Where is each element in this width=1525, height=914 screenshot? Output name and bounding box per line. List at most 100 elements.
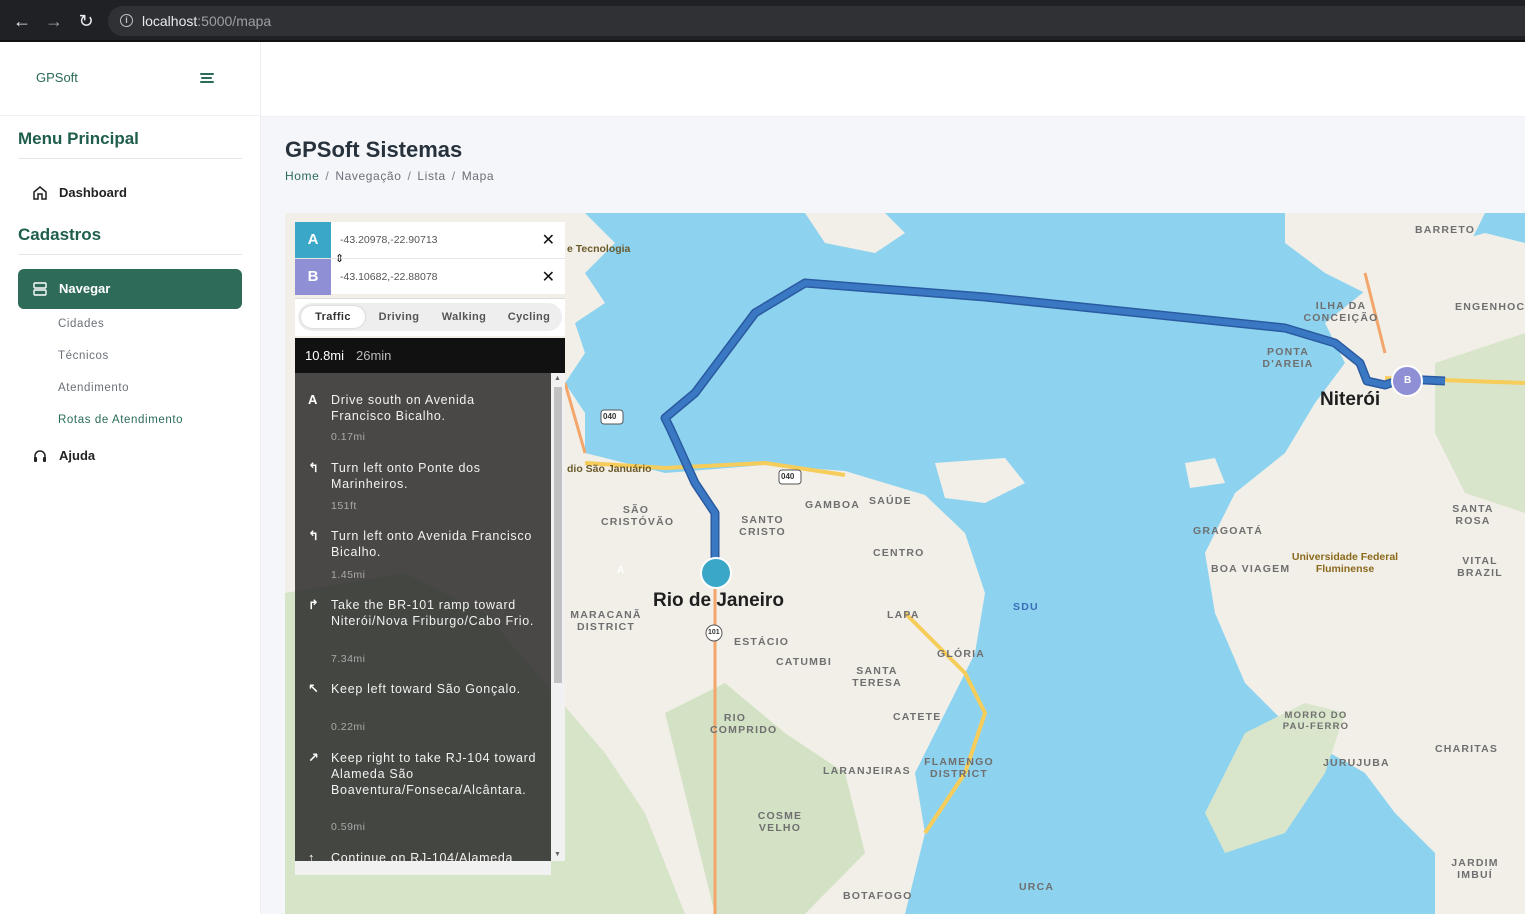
destination-input[interactable]: -43.10682,-22.88078 xyxy=(340,271,438,283)
scroll-down-icon[interactable]: ▼ xyxy=(554,851,561,858)
step-text: Drive south on Avenida Francisco Bicalho… xyxy=(331,393,475,423)
map-label: MARACANÃ DISTRICT xyxy=(570,609,642,633)
step-distance: 0.17mi xyxy=(331,431,366,443)
map-label: ILHA DA CONCEIÇÃO xyxy=(1303,300,1379,324)
clear-origin-icon[interactable]: ✕ xyxy=(542,230,555,250)
step-distance: 151ft xyxy=(331,500,357,512)
headset-icon xyxy=(34,450,46,462)
breadcrumb-mapa: Mapa xyxy=(461,169,495,183)
marker-a-label: A xyxy=(617,565,626,576)
turn-left-icon: ↰ xyxy=(308,460,319,475)
map-label: CATETE xyxy=(893,711,942,723)
step-text: Turn left onto Avenida Francisco Bicalho… xyxy=(331,529,532,559)
sidebar-item-navegar[interactable]: Navegar xyxy=(18,269,242,309)
map-label: SAÚDE xyxy=(869,495,912,507)
info-icon[interactable]: i xyxy=(120,14,133,27)
section-title-cadastros: Cadastros xyxy=(18,225,102,244)
sidebar-item-label: Ajuda xyxy=(59,448,96,463)
map-label: BARRETO xyxy=(1415,224,1476,236)
destination-badge: B xyxy=(295,259,331,295)
poi-label: e Tecnologia xyxy=(567,243,631,255)
turn-left-icon: ↰ xyxy=(308,528,319,543)
map-label: BOA VIAGEM xyxy=(1211,563,1291,575)
map-label: CATUMBI xyxy=(776,656,833,668)
highway-shield-label: 040 xyxy=(603,412,617,421)
map-label: RIO COMPRIDO xyxy=(710,712,778,736)
city-label-niteroi: Niterói xyxy=(1320,389,1381,410)
keep-left-icon: ↖ xyxy=(308,681,319,696)
forward-icon[interactable]: → xyxy=(43,10,65,32)
breadcrumb-navegacao[interactable]: Navegação xyxy=(335,169,401,183)
sidebar-subitem-rotas[interactable]: Rotas de Atendimento xyxy=(58,414,183,426)
sidebar: GPSoft Menu Principal Dashboard Cadastro… xyxy=(0,42,261,914)
brand-name[interactable]: GPSoft xyxy=(36,70,78,85)
poi-label: dio São Januário xyxy=(567,463,652,475)
map-label: SANTO CRISTO xyxy=(739,514,786,538)
profile-traffic[interactable]: Traffic xyxy=(301,306,365,328)
clear-destination-icon[interactable]: ✕ xyxy=(542,267,555,287)
step-distance: 0.59mi xyxy=(331,821,366,833)
ramp-right-icon: ↱ xyxy=(308,597,319,612)
map-label: FLAMENGO DISTRICT xyxy=(924,756,994,780)
step-distance: 7.34mi xyxy=(331,653,366,665)
island xyxy=(1185,458,1225,488)
highway-shield-label: 101 xyxy=(708,629,720,636)
map-label: ESTÁCIO xyxy=(734,636,790,648)
reload-icon[interactable]: ↻ xyxy=(75,10,97,32)
address-bar[interactable]: i localhost:5000/mapa xyxy=(108,6,1525,36)
marker-b-label: B xyxy=(1404,375,1413,386)
map-label: SANTA ROSA xyxy=(1452,503,1494,527)
scrollbar-thumb[interactable] xyxy=(554,387,562,683)
map-label: GAMBOA xyxy=(805,499,861,511)
divider xyxy=(18,158,242,159)
steps-list[interactable]: A Drive south on Avenida Francisco Bical… xyxy=(295,373,551,861)
map-label: VITAL BRAZIL xyxy=(1457,555,1503,579)
airport-label: SDU xyxy=(1013,601,1039,613)
profile-driving[interactable]: Driving xyxy=(368,306,430,328)
top-navbar xyxy=(261,42,1525,117)
island xyxy=(805,213,905,253)
map-label: CHARITAS xyxy=(1435,743,1499,755)
step-text: Turn left onto Ponte dos Marinheiros. xyxy=(331,461,481,491)
sidebar-item-label: Dashboard xyxy=(59,185,127,200)
map-label: GRAGOATÁ xyxy=(1193,525,1264,537)
map-label: URCA xyxy=(1019,881,1055,893)
profile-selector: Traffic Driving Walking Cycling xyxy=(295,298,565,336)
step-distance: 1.45mi xyxy=(331,569,366,581)
route-summary: 10.8mi 26min xyxy=(295,338,565,373)
step-start-icon: A xyxy=(308,392,318,407)
map-label: JURUJUBA xyxy=(1323,757,1390,769)
scroll-up-icon[interactable]: ▲ xyxy=(554,375,561,382)
sidebar-item-label: Navegar xyxy=(59,281,111,296)
origin-badge: A xyxy=(295,222,331,258)
poi-label: Universidade Federal Fluminense xyxy=(1291,551,1399,575)
route-distance: 10.8mi xyxy=(305,348,345,363)
map-label: SANTA TERESA xyxy=(852,665,902,689)
map-label: CENTRO xyxy=(873,547,925,559)
origin-input[interactable]: -43.20978,-22.90713 xyxy=(340,234,438,246)
browser-toolbar: ← → ↻ i localhost:5000/mapa xyxy=(0,0,1525,42)
breadcrumb-lista[interactable]: Lista xyxy=(417,169,445,183)
map-label: GLÓRIA xyxy=(937,648,986,660)
server-icon xyxy=(33,282,47,296)
step-text: Keep left toward São Gonçalo. xyxy=(331,682,521,696)
sidebar-subitem-atendimento[interactable]: Atendimento xyxy=(58,382,129,394)
sidebar-subitem-cidades[interactable]: Cidades xyxy=(58,318,104,330)
sidebar-subitem-tecnicos[interactable]: Técnicos xyxy=(58,350,109,362)
profile-cycling[interactable]: Cycling xyxy=(498,306,560,328)
swap-icon[interactable]: ⇕ xyxy=(335,252,344,265)
sidebar-item-dashboard[interactable]: Dashboard xyxy=(18,173,242,213)
back-icon[interactable]: ← xyxy=(11,10,33,32)
breadcrumb-home[interactable]: Home xyxy=(285,169,319,183)
profile-walking[interactable]: Walking xyxy=(432,306,496,328)
menu-toggle-icon[interactable] xyxy=(200,73,214,85)
continue-straight-icon: ↑ xyxy=(308,850,315,861)
keep-right-icon: ↗ xyxy=(308,750,319,765)
steps-scrollbar[interactable]: ▲ ▼ xyxy=(551,373,565,861)
highway-shield-label: 040 xyxy=(781,472,795,481)
map-label: COSME VELHO xyxy=(757,810,803,834)
url-text: localhost:5000/mapa xyxy=(142,13,272,29)
steps-horizontal-scrollbar[interactable] xyxy=(295,861,551,875)
sidebar-item-ajuda[interactable]: Ajuda xyxy=(18,436,242,476)
map-label: LAPA xyxy=(887,609,920,621)
